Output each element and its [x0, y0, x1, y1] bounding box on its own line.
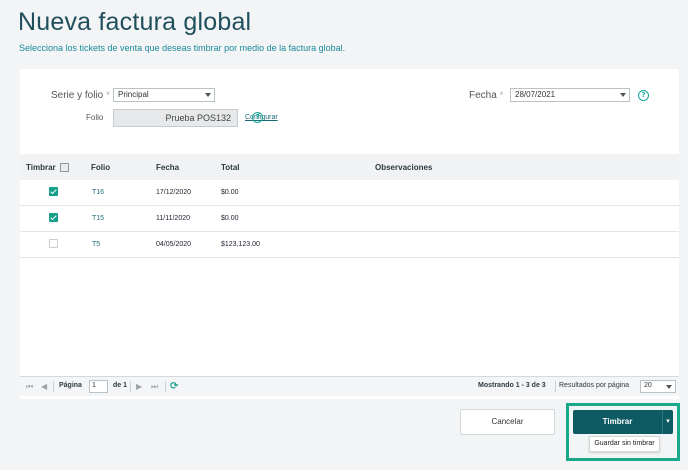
pager-divider — [53, 381, 54, 392]
fecha-value: 28/07/2021 — [515, 90, 556, 99]
col-total: Total — [221, 163, 240, 172]
page-subtitle: Selecciona los tickets de venta que dese… — [19, 43, 346, 53]
page-title: Nueva factura global — [18, 8, 252, 36]
chevron-down-icon — [205, 93, 211, 97]
per-page-select[interactable]: 20 — [640, 380, 676, 393]
table-row[interactable]: T5 04/05/2020 $123,123.00 — [20, 232, 679, 258]
cell-total: $0.00 — [221, 215, 239, 222]
invoice-card: Serie y folio * Principal Folio Prueba PO… — [20, 69, 679, 399]
table-row[interactable]: T15 11/11/2020 $0.00 — [20, 206, 679, 232]
refresh-icon[interactable]: ⟳ — [170, 381, 178, 392]
first-page-icon[interactable]: ⏮ — [26, 382, 33, 392]
table-row[interactable]: T16 17/12/2020 $0.00 — [20, 180, 679, 206]
timbrar-button[interactable]: Timbrar — [573, 410, 662, 434]
per-page-label: Resultados por página — [559, 382, 630, 389]
col-folio: Folio — [91, 163, 111, 172]
cell-folio: T16 — [92, 189, 105, 196]
page-count-label: de 1 — [113, 382, 128, 389]
menu-item-guardar-sin-timbrar[interactable]: Guardar sin timbrar — [589, 436, 660, 452]
serie-select-value: Principal — [118, 90, 149, 99]
col-fecha: Fecha — [156, 163, 180, 172]
folio-label: Folio — [86, 113, 104, 122]
folio-field: Prueba POS132 — [113, 109, 238, 127]
required-mark: * — [499, 90, 504, 100]
cell-fecha: 04/05/2020 — [156, 241, 192, 248]
results-summary: Mostrando 1 - 3 de 3 — [478, 382, 546, 389]
serie-select[interactable]: Principal — [113, 88, 215, 102]
pager-divider — [165, 381, 166, 392]
chevron-down-icon — [666, 385, 672, 389]
cancel-button[interactable]: Cancelar — [460, 409, 555, 435]
fecha-help-icon[interactable]: ? — [638, 90, 649, 101]
timbrar-dropdown-toggle[interactable]: ▾ — [662, 410, 673, 434]
chevron-down-icon — [620, 93, 626, 97]
required-mark: * — [106, 90, 110, 100]
row-checkbox[interactable] — [49, 187, 58, 196]
pager-divider — [130, 381, 131, 392]
pager-divider — [555, 381, 556, 392]
pagination-bar: ⏮ ◀ Página 1 de 1 ▶ ⏭ ⟳ Mostrando 1 - 3 … — [20, 376, 679, 396]
cell-total: $123,123.00 — [221, 241, 260, 248]
row-checkbox[interactable] — [49, 213, 58, 222]
cell-folio: T15 — [92, 215, 105, 222]
fecha-datepicker[interactable]: 28/07/2021 — [510, 88, 630, 102]
table-header: Timbrar Folio Fecha Total Observaciones — [20, 154, 679, 180]
folio-help-icon[interactable]: ? — [252, 112, 263, 123]
page-label: Página — [59, 382, 82, 389]
cell-fecha: 17/12/2020 — [156, 189, 192, 196]
page-number-input[interactable]: 1 — [89, 380, 108, 393]
select-all-checkbox[interactable] — [60, 163, 69, 172]
col-timbrar: Timbrar — [26, 163, 56, 172]
cell-fecha: 11/11/2020 — [156, 215, 190, 222]
cell-folio: T5 — [92, 241, 101, 248]
serie-label: Serie y folio * — [51, 90, 110, 101]
last-page-icon[interactable]: ⏭ — [151, 382, 158, 392]
next-page-icon[interactable]: ▶ — [136, 382, 142, 391]
col-observaciones: Observaciones — [375, 163, 433, 172]
cell-total: $0.00 — [221, 189, 239, 196]
fecha-label: Fecha * — [469, 90, 503, 101]
per-page-value: 20 — [644, 382, 652, 389]
row-checkbox[interactable] — [49, 239, 58, 248]
prev-page-icon[interactable]: ◀ — [41, 382, 47, 391]
serie-label-text: Serie y folio — [51, 90, 104, 101]
fecha-label-text: Fecha — [469, 90, 497, 101]
